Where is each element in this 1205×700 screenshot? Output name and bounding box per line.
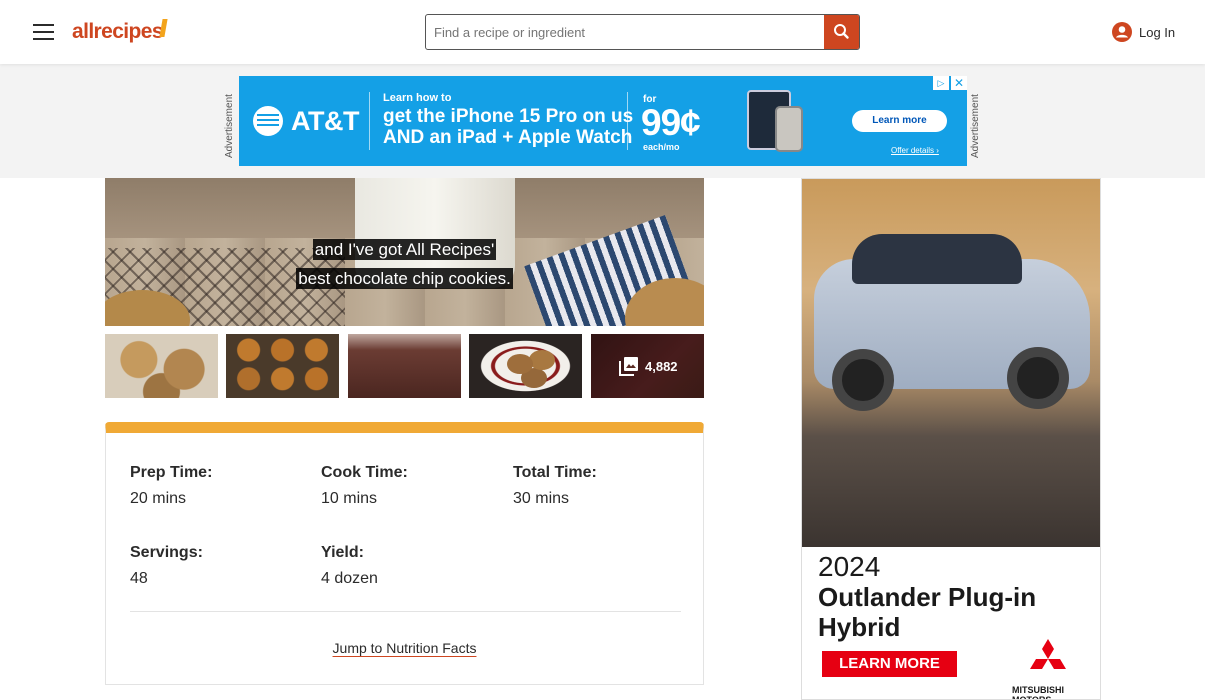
ad-model: Outlander Plug-in Hybrid bbox=[818, 582, 1036, 642]
detail-cook-time: Cook Time: 10 mins bbox=[321, 464, 408, 508]
gallery-thumbnail[interactable] bbox=[105, 334, 218, 398]
account-icon bbox=[1112, 22, 1132, 42]
ad-headline-line2: AND an iPad + Apple Watch bbox=[383, 127, 633, 148]
ad-small-text: Learn how to bbox=[383, 92, 452, 104]
iphone-image bbox=[775, 106, 803, 152]
mitsubishi-ad[interactable]: 2024 Outlander Plug-in Hybrid LEARN MORE… bbox=[801, 178, 1101, 700]
ad-brand: MITSUBISHI MOTORS bbox=[1012, 685, 1065, 700]
att-globe-icon bbox=[253, 106, 283, 136]
detail-value: 4 dozen bbox=[321, 570, 378, 587]
att-ad-banner[interactable]: AT&T Learn how to get the iPhone 15 Pro … bbox=[239, 76, 967, 166]
detail-label: Yield: bbox=[321, 544, 364, 561]
ad-model-line2: Hybrid bbox=[818, 612, 901, 642]
ad-label-left: Advertisement bbox=[224, 94, 235, 158]
detail-total-time: Total Time: 30 mins bbox=[513, 464, 597, 508]
ad-learn-more-button[interactable]: Learn more bbox=[852, 110, 947, 132]
detail-value: 20 mins bbox=[130, 490, 187, 507]
ad-headline-line1: get the iPhone 15 Pro on us bbox=[383, 106, 634, 127]
video-caption-line1: and I've got All Recipes' bbox=[312, 239, 497, 260]
ad-close-icon[interactable]: ✕ bbox=[951, 76, 967, 90]
menu-icon[interactable] bbox=[33, 24, 54, 40]
search-input[interactable] bbox=[426, 15, 824, 49]
recipe-video[interactable]: and I've got All Recipes' best chocolate… bbox=[105, 178, 704, 326]
adchoices-icon[interactable]: ▷ bbox=[933, 76, 949, 90]
detail-value: 48 bbox=[130, 570, 148, 587]
car-windshield bbox=[852, 234, 1022, 284]
detail-yield: Yield: 4 dozen bbox=[321, 544, 378, 588]
car-photo bbox=[802, 179, 1100, 547]
detail-value: 10 mins bbox=[321, 490, 378, 507]
ad-year: 2024 bbox=[818, 551, 881, 582]
card-divider bbox=[130, 611, 681, 612]
ad-learn-more-button[interactable]: LEARN MORE bbox=[822, 651, 957, 677]
top-ad-band: Advertisement Advertisement AT&T Learn h… bbox=[0, 64, 1205, 178]
photo-count-value: 4,882 bbox=[645, 358, 678, 374]
detail-servings: Servings: 48 bbox=[130, 544, 203, 588]
ad-headline: get the iPhone 15 Pro on us AND an iPad … bbox=[383, 106, 633, 148]
gallery-thumbnail[interactable] bbox=[348, 334, 461, 398]
gallery-more-photos[interactable]: 4,882 bbox=[591, 334, 704, 398]
detail-value: 30 mins bbox=[513, 490, 570, 507]
ad-divider bbox=[627, 92, 628, 150]
jump-to-nutrition-link[interactable]: Jump to Nutrition Facts bbox=[106, 640, 703, 656]
search-button[interactable] bbox=[824, 15, 859, 49]
ad-divider bbox=[369, 92, 370, 150]
mitsubishi-logo-icon bbox=[1030, 639, 1066, 669]
photo-gallery: 4,882 bbox=[105, 334, 704, 398]
detail-label: Total Time: bbox=[513, 464, 597, 481]
detail-prep-time: Prep Time: 20 mins bbox=[130, 464, 212, 508]
car-wheel bbox=[1007, 347, 1069, 409]
allrecipes-logo[interactable]: allrecipes bbox=[72, 20, 164, 44]
photo-count: 4,882 bbox=[619, 356, 678, 376]
login-label: Log In bbox=[1139, 24, 1176, 40]
site-header: allrecipes Log In bbox=[0, 0, 1205, 64]
recipe-details-card: Prep Time: 20 mins Cook Time: 10 mins To… bbox=[105, 422, 704, 685]
ad-model-line1: Outlander Plug-in bbox=[818, 582, 1037, 612]
login-button[interactable]: Log In bbox=[1112, 22, 1175, 42]
ad-price: 99¢ bbox=[641, 102, 701, 143]
search-icon bbox=[834, 24, 849, 39]
att-brand: AT&T bbox=[291, 106, 359, 136]
detail-label: Servings: bbox=[130, 544, 203, 561]
search-bar bbox=[425, 14, 860, 50]
gallery-thumbnail[interactable] bbox=[226, 334, 339, 398]
ad-label-right: Advertisement bbox=[970, 94, 981, 158]
ad-offer-details-link[interactable]: Offer details › bbox=[891, 146, 939, 155]
detail-label: Prep Time: bbox=[130, 464, 213, 481]
ad-per-month: each/mo bbox=[643, 142, 680, 152]
photo-library-icon bbox=[619, 357, 638, 376]
gallery-thumbnail[interactable] bbox=[469, 334, 582, 398]
detail-label: Cook Time: bbox=[321, 464, 408, 481]
video-caption-line2: best chocolate chip cookies. bbox=[296, 268, 513, 289]
car-wheel bbox=[832, 349, 894, 411]
